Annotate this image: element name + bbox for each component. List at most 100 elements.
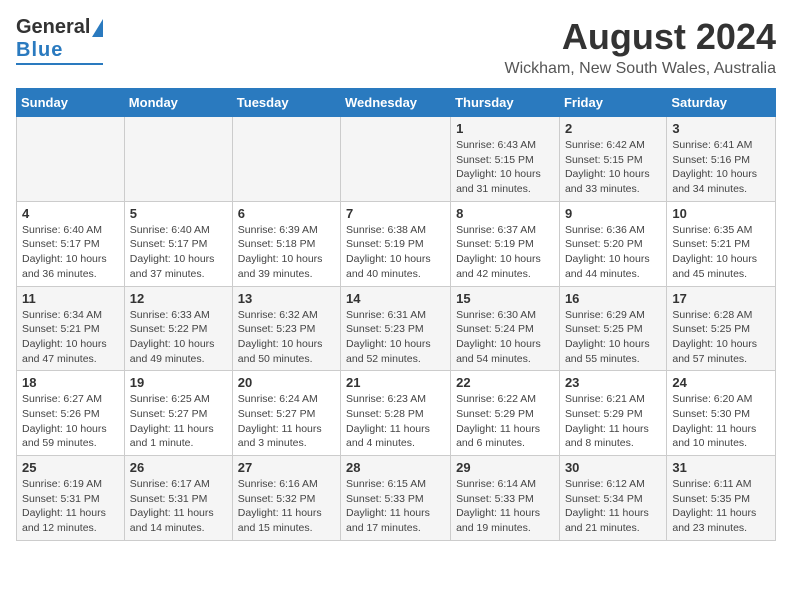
calendar-cell: 27 Sunrise: 6:16 AM Sunset: 5:32 PM Dayli… <box>232 456 340 541</box>
calendar-cell: 7Sunrise: 6:38 AM Sunset: 5:19 PM Daylig… <box>341 201 451 286</box>
day-number: 18 <box>22 375 119 390</box>
calendar-cell: 1Sunrise: 6:43 AM Sunset: 5:15 PM Daylig… <box>451 117 560 202</box>
calendar-week-row: 1Sunrise: 6:43 AM Sunset: 5:15 PM Daylig… <box>17 117 776 202</box>
day-info: Sunrise: 6:16 AM Sunset: 5:32 PM Dayligh… <box>238 477 335 536</box>
day-number: 26 <box>130 460 227 475</box>
day-number: 25 <box>22 460 119 475</box>
day-info: Sunrise: 6:24 AM Sunset: 5:27 PM Dayligh… <box>238 392 335 451</box>
day-number: 16 <box>565 291 661 306</box>
calendar-week-row: 18 Sunrise: 6:27 AM Sunset: 5:26 PM Dayli… <box>17 371 776 456</box>
day-info: Sunrise: 6:22 AM Sunset: 5:29 PM Dayligh… <box>456 392 554 451</box>
calendar-cell: 14 Sunrise: 6:31 AM Sunset: 5:23 PM Dayli… <box>341 286 451 371</box>
calendar-cell: 31 Sunrise: 6:11 AM Sunset: 5:35 PM Dayli… <box>667 456 776 541</box>
logo-triangle-icon <box>92 19 103 37</box>
day-number: 10 <box>672 206 770 221</box>
day-number: 28 <box>346 460 445 475</box>
calendar-cell: 17 Sunrise: 6:28 AM Sunset: 5:25 PM Dayli… <box>667 286 776 371</box>
day-info: Sunrise: 6:11 AM Sunset: 5:35 PM Dayligh… <box>672 477 770 536</box>
day-number: 2 <box>565 121 661 136</box>
day-info: Sunrise: 6:17 AM Sunset: 5:31 PM Dayligh… <box>130 477 227 536</box>
calendar-cell <box>341 117 451 202</box>
day-info: Sunrise: 6:29 AM Sunset: 5:25 PM Dayligh… <box>565 308 661 367</box>
day-number: 8 <box>456 206 554 221</box>
calendar-cell: 25 Sunrise: 6:19 AM Sunset: 5:31 PM Dayli… <box>17 456 125 541</box>
day-number: 3 <box>672 121 770 136</box>
day-info: Sunrise: 6:20 AM Sunset: 5:30 PM Dayligh… <box>672 392 770 451</box>
logo-blue-text: Blue <box>16 39 63 62</box>
calendar-cell: 8 Sunrise: 6:37 AM Sunset: 5:19 PM Daylig… <box>451 201 560 286</box>
day-of-week-header: Tuesday <box>232 89 340 117</box>
logo-general-text: General <box>16 16 90 39</box>
day-number: 4 <box>22 206 119 221</box>
logo: General Blue <box>16 16 103 65</box>
calendar-cell: 6Sunrise: 6:39 AM Sunset: 5:18 PM Daylig… <box>232 201 340 286</box>
day-info: Sunrise: 6:27 AM Sunset: 5:26 PM Dayligh… <box>22 392 119 451</box>
day-info: Sunrise: 6:31 AM Sunset: 5:23 PM Dayligh… <box>346 308 445 367</box>
day-number: 14 <box>346 291 445 306</box>
calendar-cell: 3Sunrise: 6:41 AM Sunset: 5:16 PM Daylig… <box>667 117 776 202</box>
calendar-cell: 19 Sunrise: 6:25 AM Sunset: 5:27 PM Dayli… <box>124 371 232 456</box>
day-number: 9 <box>565 206 661 221</box>
calendar-week-row: 11Sunrise: 6:34 AM Sunset: 5:21 PM Dayli… <box>17 286 776 371</box>
day-info: Sunrise: 6:32 AM Sunset: 5:23 PM Dayligh… <box>238 308 335 367</box>
day-info: Sunrise: 6:36 AM Sunset: 5:20 PM Dayligh… <box>565 223 661 282</box>
calendar-cell: 10 Sunrise: 6:35 AM Sunset: 5:21 PM Dayli… <box>667 201 776 286</box>
calendar-week-row: 4 Sunrise: 6:40 AM Sunset: 5:17 PM Daylig… <box>17 201 776 286</box>
day-info: Sunrise: 6:23 AM Sunset: 5:28 PM Dayligh… <box>346 392 445 451</box>
day-info: Sunrise: 6:28 AM Sunset: 5:25 PM Dayligh… <box>672 308 770 367</box>
calendar-header: SundayMondayTuesdayWednesdayThursdayFrid… <box>17 89 776 117</box>
day-number: 21 <box>346 375 445 390</box>
day-info: Sunrise: 6:40 AM Sunset: 5:17 PM Dayligh… <box>130 223 227 282</box>
month-title: August 2024 <box>505 16 777 58</box>
day-info: Sunrise: 6:40 AM Sunset: 5:17 PM Dayligh… <box>22 223 119 282</box>
calendar-body: 1Sunrise: 6:43 AM Sunset: 5:15 PM Daylig… <box>17 117 776 541</box>
day-info: Sunrise: 6:35 AM Sunset: 5:21 PM Dayligh… <box>672 223 770 282</box>
day-number: 17 <box>672 291 770 306</box>
calendar-cell: 15Sunrise: 6:30 AM Sunset: 5:24 PM Dayli… <box>451 286 560 371</box>
calendar-table: SundayMondayTuesdayWednesdayThursdayFrid… <box>16 88 776 541</box>
calendar-cell: 13 Sunrise: 6:32 AM Sunset: 5:23 PM Dayli… <box>232 286 340 371</box>
day-of-week-header: Thursday <box>451 89 560 117</box>
calendar-cell: 12Sunrise: 6:33 AM Sunset: 5:22 PM Dayli… <box>124 286 232 371</box>
calendar-cell: 28 Sunrise: 6:15 AM Sunset: 5:33 PM Dayli… <box>341 456 451 541</box>
day-number: 5 <box>130 206 227 221</box>
day-of-week-header: Saturday <box>667 89 776 117</box>
day-number: 11 <box>22 291 119 306</box>
calendar-cell: 22 Sunrise: 6:22 AM Sunset: 5:29 PM Dayli… <box>451 371 560 456</box>
day-number: 13 <box>238 291 335 306</box>
calendar-cell: 30 Sunrise: 6:12 AM Sunset: 5:34 PM Dayli… <box>559 456 666 541</box>
day-info: Sunrise: 6:25 AM Sunset: 5:27 PM Dayligh… <box>130 392 227 451</box>
calendar-cell: 26 Sunrise: 6:17 AM Sunset: 5:31 PM Dayli… <box>124 456 232 541</box>
day-number: 31 <box>672 460 770 475</box>
day-info: Sunrise: 6:33 AM Sunset: 5:22 PM Dayligh… <box>130 308 227 367</box>
calendar-cell: 20Sunrise: 6:24 AM Sunset: 5:27 PM Dayli… <box>232 371 340 456</box>
header-row: SundayMondayTuesdayWednesdayThursdayFrid… <box>17 89 776 117</box>
day-number: 15 <box>456 291 554 306</box>
title-block: August 2024 Wickham, New South Wales, Au… <box>505 16 777 78</box>
day-number: 1 <box>456 121 554 136</box>
day-number: 19 <box>130 375 227 390</box>
day-info: Sunrise: 6:39 AM Sunset: 5:18 PM Dayligh… <box>238 223 335 282</box>
day-number: 23 <box>565 375 661 390</box>
day-info: Sunrise: 6:15 AM Sunset: 5:33 PM Dayligh… <box>346 477 445 536</box>
calendar-cell: 24Sunrise: 6:20 AM Sunset: 5:30 PM Dayli… <box>667 371 776 456</box>
day-info: Sunrise: 6:12 AM Sunset: 5:34 PM Dayligh… <box>565 477 661 536</box>
day-info: Sunrise: 6:37 AM Sunset: 5:19 PM Dayligh… <box>456 223 554 282</box>
day-info: Sunrise: 6:19 AM Sunset: 5:31 PM Dayligh… <box>22 477 119 536</box>
calendar-cell: 18 Sunrise: 6:27 AM Sunset: 5:26 PM Dayli… <box>17 371 125 456</box>
calendar-cell: 21 Sunrise: 6:23 AM Sunset: 5:28 PM Dayli… <box>341 371 451 456</box>
day-info: Sunrise: 6:21 AM Sunset: 5:29 PM Dayligh… <box>565 392 661 451</box>
day-number: 22 <box>456 375 554 390</box>
day-info: Sunrise: 6:42 AM Sunset: 5:15 PM Dayligh… <box>565 138 661 197</box>
calendar-cell: 2 Sunrise: 6:42 AM Sunset: 5:15 PM Daylig… <box>559 117 666 202</box>
calendar-cell <box>232 117 340 202</box>
day-number: 30 <box>565 460 661 475</box>
page-header: General Blue August 2024 Wickham, New So… <box>16 16 776 78</box>
day-info: Sunrise: 6:38 AM Sunset: 5:19 PM Dayligh… <box>346 223 445 282</box>
calendar-cell <box>17 117 125 202</box>
location-title: Wickham, New South Wales, Australia <box>505 60 777 78</box>
calendar-cell: 11Sunrise: 6:34 AM Sunset: 5:21 PM Dayli… <box>17 286 125 371</box>
day-number: 27 <box>238 460 335 475</box>
calendar-cell: 9 Sunrise: 6:36 AM Sunset: 5:20 PM Daylig… <box>559 201 666 286</box>
calendar-cell <box>124 117 232 202</box>
